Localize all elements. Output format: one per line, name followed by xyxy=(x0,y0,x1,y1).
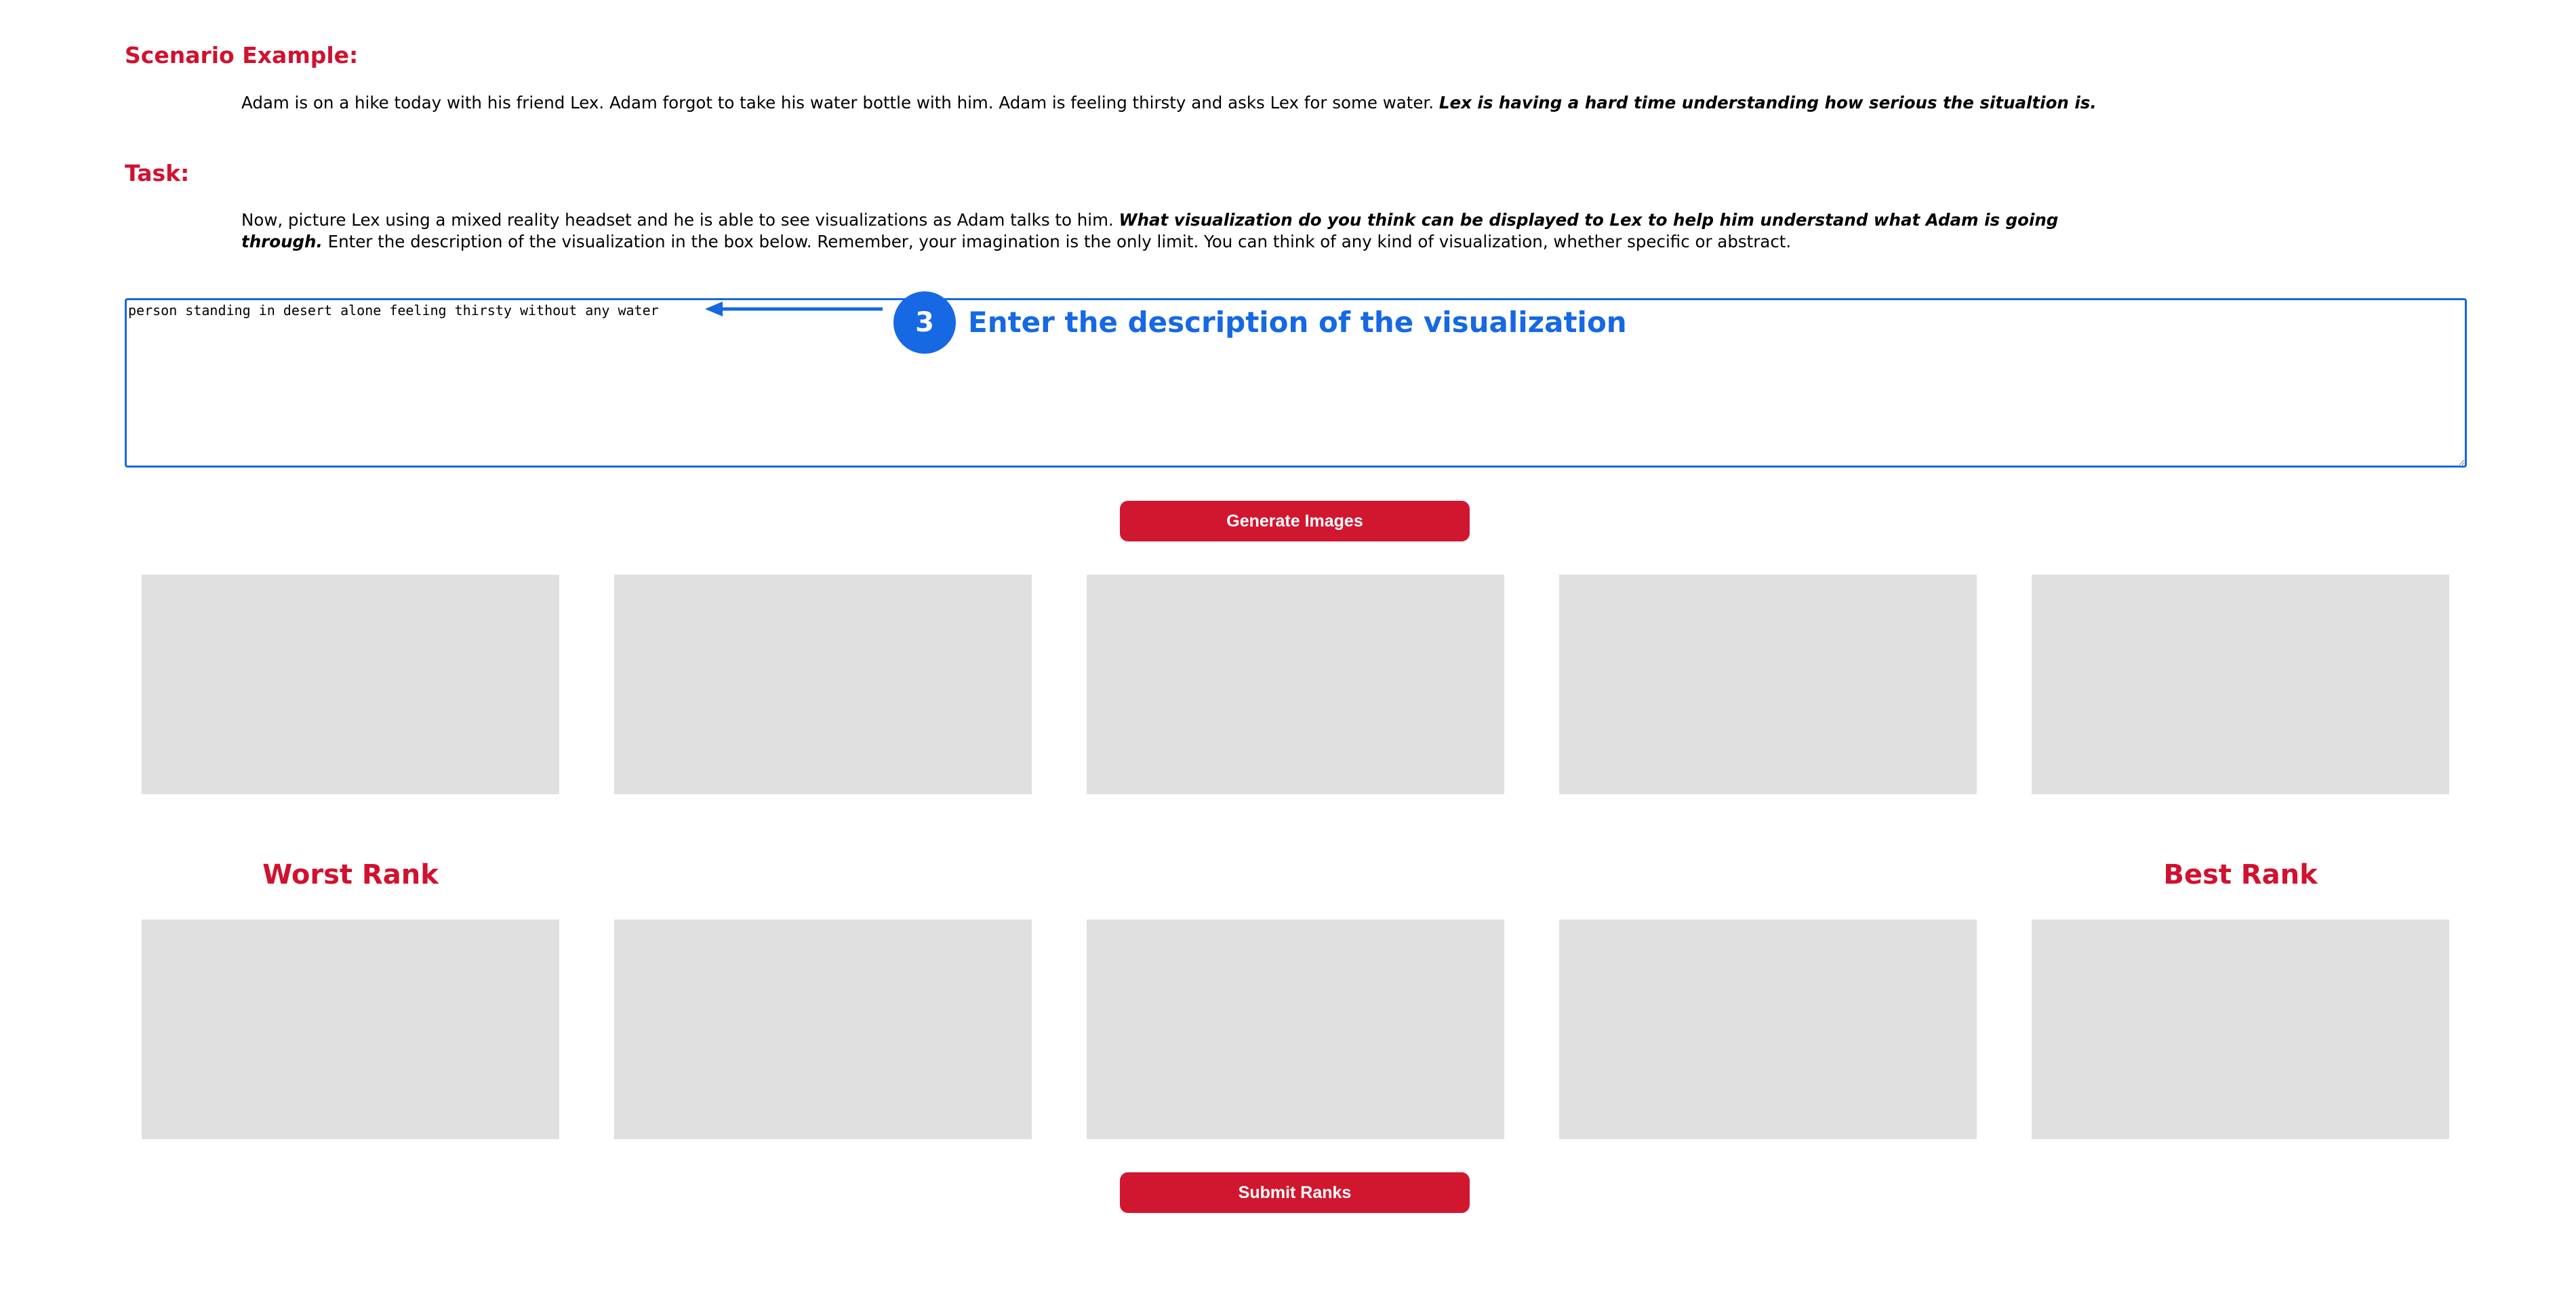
task-text-plain-2: Enter the description of the visualizati… xyxy=(327,232,1792,251)
step-instruction-label: Enter the description of the visualizati… xyxy=(968,306,1627,339)
generated-image-slot[interactable] xyxy=(614,575,1032,794)
best-rank-label: Best Rank xyxy=(2163,859,2318,890)
annotation-arrow xyxy=(705,302,883,316)
scenario-heading: Scenario Example: xyxy=(125,42,359,68)
generated-image-slot[interactable] xyxy=(1087,575,1504,794)
task-text: Now, picture Lex using a mixed reality h… xyxy=(241,209,2119,253)
scenario-text-emphasis: Lex is having a hard time understanding … xyxy=(1438,93,2097,112)
rank-slot[interactable] xyxy=(614,920,1032,1139)
task-heading: Task: xyxy=(125,160,190,186)
submit-ranks-button[interactable]: Submit Ranks xyxy=(1120,1172,1470,1213)
step-number-badge: 3 xyxy=(893,291,956,354)
generated-image-slot[interactable] xyxy=(1559,575,1977,794)
rank-slot[interactable] xyxy=(1087,920,1504,1139)
worst-rank-label: Worst Rank xyxy=(262,859,439,890)
generate-images-button[interactable]: Generate Images xyxy=(1120,501,1470,541)
rank-slot[interactable] xyxy=(1559,920,1977,1139)
task-text-plain-1: Now, picture Lex using a mixed reality h… xyxy=(241,210,1114,230)
scenario-text: Adam is on a hike today with his friend … xyxy=(241,92,2139,114)
ranking-slots-row xyxy=(142,920,2449,1139)
generated-image-slot[interactable] xyxy=(2032,575,2449,794)
generated-images-row xyxy=(142,575,2449,794)
generated-image-slot[interactable] xyxy=(142,575,559,794)
rank-slot[interactable] xyxy=(142,920,559,1139)
scenario-text-plain: Adam is on a hike today with his friend … xyxy=(241,93,1434,112)
rank-slot[interactable] xyxy=(2032,920,2449,1139)
